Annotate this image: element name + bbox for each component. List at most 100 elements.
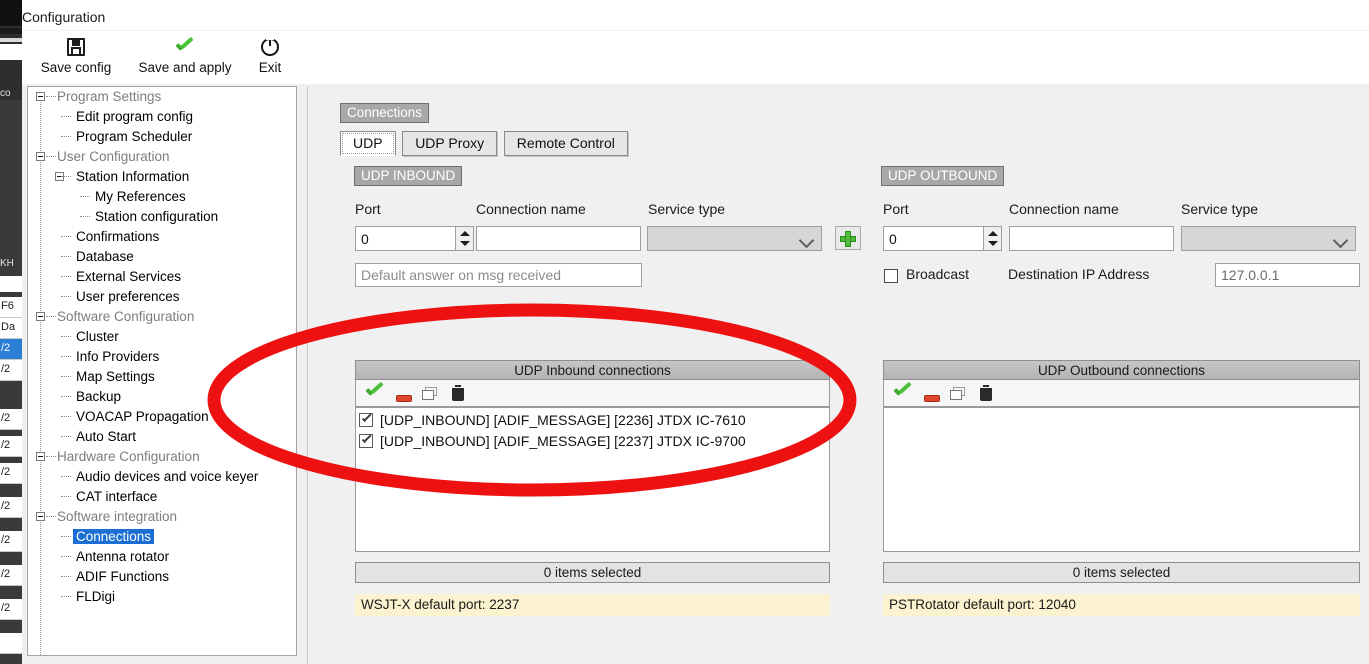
tree-guide-dash — [61, 276, 71, 277]
tree-item-program-settings[interactable]: Program Settings — [28, 87, 296, 107]
inbound-connection-name-input[interactable] — [476, 226, 641, 251]
tree-item-auto-start[interactable]: Auto Start — [28, 427, 296, 447]
tree-item-software-configuration[interactable]: Software Configuration — [28, 307, 296, 327]
tree-item-external-services[interactable]: External Services — [28, 267, 296, 287]
stepper-down-icon[interactable] — [988, 241, 998, 246]
tree-expander-icon[interactable] — [36, 152, 45, 161]
stepper-up-icon[interactable] — [988, 231, 998, 236]
outbound-list-title: UDP Outbound connections — [883, 360, 1360, 380]
power-icon — [248, 33, 292, 61]
tree-item-adif-functions[interactable]: ADIF Functions — [28, 567, 296, 587]
copy-icon[interactable] — [950, 387, 966, 403]
broadcast-checkbox[interactable] — [884, 269, 898, 283]
tree-guide-dash — [61, 496, 71, 497]
tree-item-cat-interface[interactable]: CAT interface — [28, 487, 296, 507]
background-list-row: /2 — [0, 436, 22, 457]
tree-expander-icon[interactable] — [36, 312, 45, 321]
red-minus-icon[interactable] — [396, 390, 412, 405]
outbound-port-stepper[interactable] — [984, 226, 1002, 251]
background-list-row: F6 — [0, 297, 22, 318]
outbound-connections-list[interactable] — [883, 407, 1360, 552]
tree-guide-dash — [61, 376, 71, 377]
inbound-connections-list[interactable]: [UDP_INBOUND] [ADIF_MESSAGE] [2236] JTDX… — [355, 407, 830, 552]
tree-guide-dash — [61, 256, 71, 257]
list-item[interactable]: [UDP_INBOUND] [ADIF_MESSAGE] [2237] JTDX… — [356, 431, 829, 452]
list-item[interactable]: [UDP_INBOUND] [ADIF_MESSAGE] [2236] JTDX… — [356, 410, 829, 431]
tree-item-confirmations[interactable]: Confirmations — [28, 227, 296, 247]
tree-item-program-scheduler[interactable]: Program Scheduler — [28, 127, 296, 147]
outbound-connection-name-input[interactable] — [1009, 226, 1174, 251]
list-item-label: [UDP_INBOUND] [ADIF_MESSAGE] [2236] JTDX… — [380, 412, 746, 428]
tree-item-map-settings[interactable]: Map Settings — [28, 367, 296, 387]
tree-item-software-integration[interactable]: Software integration — [28, 507, 296, 527]
inbound-status-bar: 0 items selected — [355, 562, 830, 583]
tree-item-voacap-propagation[interactable]: VOACAP Propagation — [28, 407, 296, 427]
tab-udp[interactable]: UDP — [340, 131, 396, 156]
settings-tree[interactable]: Program Settings Edit program config Progr… — [27, 86, 297, 656]
tree-item-user-configuration[interactable]: User Configuration — [28, 147, 296, 167]
tree-expander-icon[interactable] — [36, 92, 45, 101]
tree-item-my-references[interactable]: My References — [28, 187, 296, 207]
trash-icon[interactable] — [980, 385, 992, 404]
tree-item-database[interactable]: Database — [28, 247, 296, 267]
copy-icon[interactable] — [422, 387, 438, 403]
tree-guide-dash — [61, 436, 71, 437]
save-config-button[interactable]: Save config — [30, 33, 122, 83]
tree-item-cluster[interactable]: Cluster — [28, 327, 296, 347]
outbound-connection-name-label: Connection name — [1009, 201, 1119, 217]
inbound-add-button[interactable] — [835, 226, 861, 250]
chevron-down-icon — [798, 232, 815, 249]
tree-item-label: My References — [95, 189, 186, 204]
save-and-apply-button[interactable]: Save and apply — [126, 33, 244, 83]
tree-item-station-configuration[interactable]: Station configuration — [28, 207, 296, 227]
green-check-icon[interactable] — [893, 384, 913, 401]
inbound-service-type-select[interactable] — [647, 226, 822, 251]
tree-item-user-preferences[interactable]: User preferences — [28, 287, 296, 307]
green-check-icon — [126, 33, 244, 61]
red-minus-icon[interactable] — [924, 390, 940, 405]
save-config-label: Save config — [40, 60, 112, 75]
tree-item-edit-program-config[interactable]: Edit program config — [28, 107, 296, 127]
tab-udp-proxy[interactable]: UDP Proxy — [402, 131, 498, 156]
tree-item-label: CAT interface — [76, 489, 158, 504]
list-item-label: [UDP_INBOUND] [ADIF_MESSAGE] [2237] JTDX… — [380, 433, 746, 449]
tree-item-info-providers[interactable]: Info Providers — [28, 347, 296, 367]
checkbox-checked-icon[interactable] — [359, 413, 373, 427]
outbound-port-input[interactable] — [883, 226, 984, 251]
tree-expander-icon[interactable] — [36, 512, 45, 521]
outbound-service-type-select[interactable] — [1181, 226, 1356, 251]
tree-item-label: User Configuration — [57, 149, 170, 164]
tree-guide-dash — [61, 396, 71, 397]
tree-item-connections[interactable]: Connections — [28, 527, 296, 547]
tree-item-label: Software integration — [57, 509, 178, 524]
outbound-hint-bar: PSTRotator default port: 12040 — [883, 594, 1360, 616]
outbound-status-bar: 0 items selected — [883, 562, 1360, 583]
tree-item-label: External Services — [76, 269, 182, 284]
stepper-up-icon[interactable] — [460, 231, 470, 236]
tab-remote-control[interactable]: Remote Control — [503, 131, 628, 156]
tree-item-station-information[interactable]: Station Information — [28, 167, 296, 187]
tree-guide-dash — [80, 216, 90, 217]
exit-button[interactable]: Exit — [248, 33, 292, 83]
tree-guide-dash — [61, 596, 71, 597]
window-title: Configuration — [22, 9, 106, 25]
tree-item-hardware-configuration[interactable]: Hardware Configuration — [28, 447, 296, 467]
tree-guide-dash — [61, 336, 71, 337]
tree-expander-icon[interactable] — [36, 452, 45, 461]
tree-item-antenna-rotator[interactable]: Antenna rotator — [28, 547, 296, 567]
destination-ip-input[interactable] — [1215, 263, 1360, 287]
background-list-row-selected: /2 — [0, 339, 22, 360]
tree-item-label: FLDigi — [76, 589, 116, 604]
tree-item-fldigi[interactable]: FLDigi — [28, 587, 296, 607]
inbound-port-stepper[interactable] — [456, 226, 474, 251]
inbound-default-answer-input[interactable] — [355, 263, 642, 287]
stepper-down-icon[interactable] — [460, 241, 470, 246]
inbound-port-input[interactable] — [355, 226, 456, 251]
tree-item-backup[interactable]: Backup — [28, 387, 296, 407]
trash-icon[interactable] — [452, 385, 464, 404]
tree-item-audio-devices-and-voice-keyer[interactable]: Audio devices and voice keyer — [28, 467, 296, 487]
tree-guide-dash — [61, 356, 71, 357]
checkbox-checked-icon[interactable] — [359, 434, 373, 448]
window-titlebar: Configuration — [22, 0, 1369, 30]
green-check-icon[interactable] — [365, 384, 385, 401]
